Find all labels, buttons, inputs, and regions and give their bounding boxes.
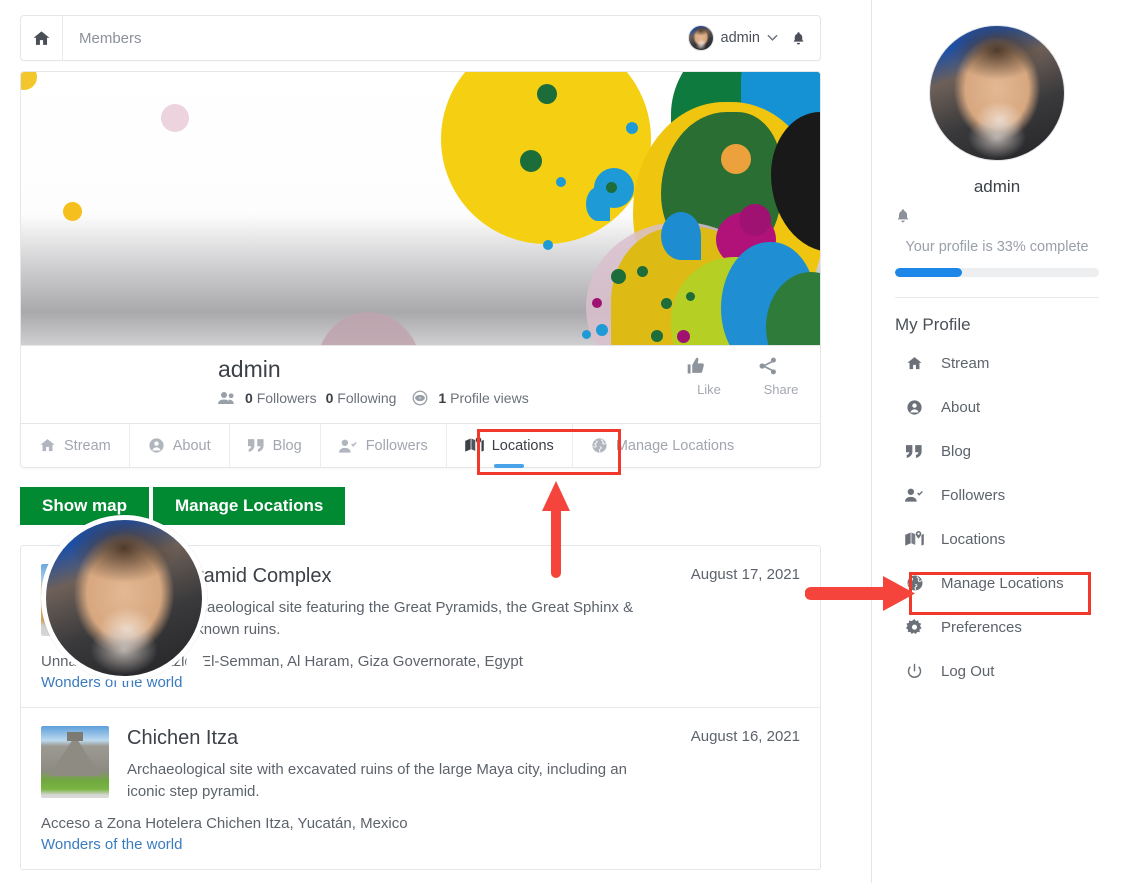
username-label: admin <box>720 30 761 46</box>
followers-label: Followers <box>256 390 317 406</box>
location-category-link[interactable]: Wonders of the world <box>41 836 800 853</box>
profile-completion-text: Your profile is 33% complete <box>905 239 1089 255</box>
home-icon <box>39 437 56 454</box>
tab-followers[interactable]: Followers <box>321 424 447 467</box>
views-label: Profile views <box>450 390 529 406</box>
sidebar-item-followers[interactable]: Followers <box>895 473 1099 517</box>
profile-completion-fill <box>895 268 963 277</box>
cover-artwork <box>21 72 820 345</box>
profile-page: Members admin admin 0 Followers 0 Follow… <box>0 0 1121 883</box>
tab-label: Manage Locations <box>615 437 735 454</box>
thumbs-up-icon <box>686 356 732 376</box>
views-count: 1 <box>438 390 447 406</box>
user-circle-icon <box>905 399 924 416</box>
location-description: Archaeological site with excavated ruins… <box>127 761 627 800</box>
followers-count: 0 <box>245 390 253 406</box>
map-marker-icon <box>905 530 924 548</box>
sidebar-item-label: Stream <box>941 354 990 372</box>
profile-identity: admin 0 Followers 0 Following 1 Profile … <box>20 346 821 681</box>
location-category-link[interactable]: Wonders of the world <box>41 674 800 691</box>
chichen-itza-photo[interactable] <box>41 726 109 798</box>
sidebar-item-about[interactable]: About <box>895 385 1099 429</box>
avatar-status-dot <box>186 653 205 672</box>
location-address: Acceso a Zona Hotelera Chichen Itza, Yuc… <box>41 815 408 832</box>
home-icon <box>905 355 924 372</box>
tab-blog[interactable]: Blog <box>230 424 321 467</box>
sidebar-heading: My Profile <box>895 315 971 334</box>
share-label: Share <box>763 382 799 397</box>
main-column: Members admin admin 0 Followers 0 Follow… <box>0 0 872 883</box>
following-stat: 0 Following <box>326 390 397 406</box>
like-label: Like <box>697 382 721 397</box>
annotation-highlight-locations-tab <box>477 429 621 475</box>
sidebar-item-blog[interactable]: Blog <box>895 429 1099 473</box>
tab-label: Blog <box>272 437 302 454</box>
sidebar-item-logout[interactable]: Log Out <box>895 649 1099 693</box>
profile-actions: Like Share <box>686 356 804 397</box>
annotation-arrow-right <box>805 574 915 613</box>
eye-icon <box>411 389 429 407</box>
right-sidebar: admin Your profile is 33% complete My Pr… <box>873 0 1121 883</box>
following-count: 0 <box>325 390 334 406</box>
page-title: Members <box>79 29 142 47</box>
sidebar-menu: Stream About Blog Followers Locations Ma… <box>895 341 1099 693</box>
cover-photo <box>20 71 821 346</box>
sidebar-item-stream[interactable]: Stream <box>895 341 1099 385</box>
profile-views-stat: 1 Profile views <box>438 390 528 406</box>
sidebar-username: admin <box>973 177 1021 196</box>
user-check-icon <box>338 438 358 454</box>
sidebar-item-label: Followers <box>941 486 1006 504</box>
share-icon <box>758 356 804 376</box>
followers-stat: 0 Followers <box>245 390 317 406</box>
user-circle-icon <box>148 437 165 454</box>
people-icon <box>218 391 236 405</box>
sidebar-item-label: Preferences <box>941 618 1022 636</box>
annotation-arrow-up <box>541 481 571 578</box>
power-icon <box>905 663 924 680</box>
profile-tab-bar: Stream About Blog Followers Locations Ma… <box>20 424 821 468</box>
sidebar-item-label: Log Out <box>941 662 995 680</box>
location-date: August 17, 2021 <box>690 566 800 583</box>
user-menu[interactable]: admin <box>687 16 821 60</box>
sidebar-avatar[interactable] <box>929 25 1065 161</box>
list-item[interactable]: August 16, 2021 Chichen Itza Archaeologi… <box>21 707 820 869</box>
annotation-highlight-locations-sidebar <box>909 572 1091 615</box>
gear-icon <box>905 618 924 636</box>
bell-icon[interactable] <box>791 30 806 47</box>
tab-label: Stream <box>64 437 111 454</box>
tab-stream[interactable]: Stream <box>21 424 130 467</box>
share-button[interactable]: Share <box>758 356 804 397</box>
like-button[interactable]: Like <box>686 356 732 397</box>
quote-icon <box>247 439 265 452</box>
bell-icon[interactable] <box>895 207 1099 225</box>
tab-about[interactable]: About <box>130 424 230 467</box>
avatar <box>687 25 714 51</box>
home-icon[interactable] <box>21 16 63 60</box>
quote-icon <box>905 444 924 458</box>
location-date: August 16, 2021 <box>690 728 800 745</box>
chevron-down-icon[interactable] <box>767 34 778 42</box>
sidebar-item-locations[interactable]: Locations <box>895 517 1099 561</box>
tab-label: Followers <box>365 437 428 454</box>
sidebar-item-label: Blog <box>941 442 972 460</box>
manage-locations-button[interactable]: Manage Locations <box>153 487 346 525</box>
top-navigation-bar: Members admin <box>20 15 821 61</box>
profile-completion-bar <box>895 268 1099 277</box>
sidebar-item-label: About <box>941 398 981 416</box>
tab-label: About <box>172 437 211 454</box>
location-title[interactable]: Chichen Itza <box>127 726 640 750</box>
following-label: Following <box>337 390 397 406</box>
profile-avatar[interactable] <box>41 515 207 681</box>
user-check-icon <box>905 487 924 503</box>
sidebar-item-label: Locations <box>941 530 1006 548</box>
